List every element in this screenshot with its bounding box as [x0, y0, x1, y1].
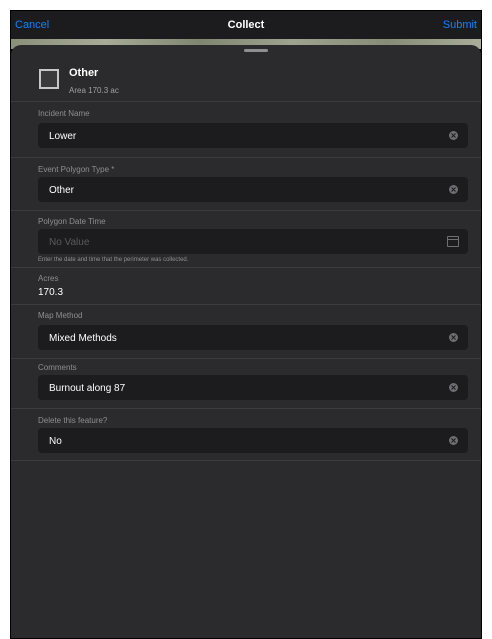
map-method-value: Mixed Methods — [49, 333, 117, 344]
feature-header: Other Area 170.3 ac — [11, 53, 481, 99]
clear-icon[interactable] — [449, 185, 458, 194]
polygon-symbol-icon — [39, 69, 59, 89]
divider — [11, 304, 481, 305]
acres-label: Acres — [38, 274, 59, 283]
map-method-field[interactable]: Mixed Methods — [38, 325, 468, 350]
divider — [11, 358, 481, 359]
polygon-date-time-label: Polygon Date Time — [38, 217, 106, 226]
event-polygon-type-field[interactable]: Other — [38, 177, 468, 202]
comments-field[interactable]: Burnout along 87 — [38, 375, 468, 400]
clear-icon[interactable] — [449, 436, 458, 445]
divider — [11, 267, 481, 268]
comments-label: Comments — [38, 363, 77, 372]
incident-name-field[interactable]: Lower — [38, 123, 468, 148]
feature-area: Area 170.3 ac — [69, 86, 119, 95]
device-frame: Cancel Collect Submit Other Area 170.3 a… — [10, 10, 482, 639]
form-sheet: Other Area 170.3 ac Incident Name Lower … — [11, 45, 481, 638]
event-polygon-type-value: Other — [49, 185, 75, 196]
divider — [11, 460, 481, 461]
comments-value: Burnout along 87 — [49, 383, 126, 394]
event-polygon-type-label: Event Polygon Type * — [38, 165, 115, 174]
acres-value: 170.3 — [38, 287, 64, 298]
page-title: Collect — [227, 19, 265, 31]
feature-title: Other — [69, 67, 99, 79]
sheet-grabber-handle[interactable] — [244, 49, 268, 52]
polygon-date-time-field[interactable]: No Value — [38, 229, 468, 254]
delete-feature-label: Delete this feature? — [38, 416, 108, 425]
delete-feature-field[interactable]: No — [38, 428, 468, 453]
divider — [11, 210, 481, 211]
incident-name-label: Incident Name — [38, 109, 90, 118]
polygon-date-time-placeholder: No Value — [49, 237, 90, 248]
incident-name-value: Lower — [49, 131, 77, 142]
calendar-icon[interactable] — [447, 236, 459, 247]
map-method-label: Map Method — [38, 311, 83, 320]
divider — [11, 157, 481, 158]
divider — [11, 408, 481, 409]
submit-button[interactable]: Submit — [443, 19, 477, 31]
clear-icon[interactable] — [449, 383, 458, 392]
delete-feature-value: No — [49, 436, 62, 447]
clear-icon[interactable] — [449, 333, 458, 342]
polygon-date-time-hint: Enter the date and time that the perimet… — [38, 257, 189, 263]
navigation-bar: Cancel Collect Submit — [11, 11, 481, 39]
clear-icon[interactable] — [449, 131, 458, 140]
divider — [11, 101, 481, 102]
